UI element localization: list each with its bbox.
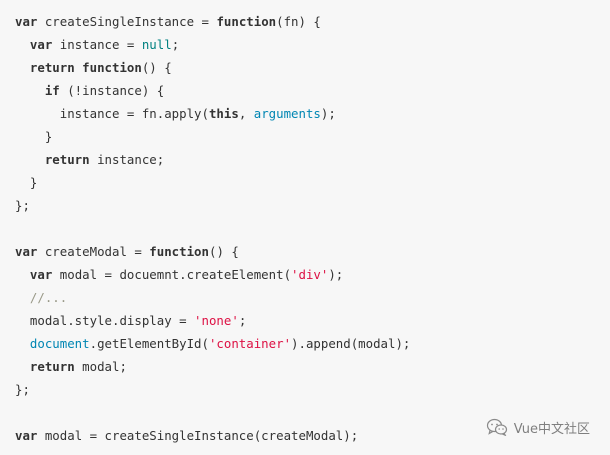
code-line-3: return function() { [29,60,172,75]
code-line-9: }; [15,198,30,213]
code-line-2: var instance = null; [29,37,180,52]
wechat-icon [486,418,508,436]
code-line-12: //... [29,290,68,305]
code-line-16: }; [15,382,30,397]
code-line-6: } [44,129,53,144]
code-line-1: var createSingleInstance = function(fn) … [15,14,321,29]
code-line-8: } [29,175,38,190]
code-line-4: if (!instance) { [44,83,165,98]
watermark-text: Vue中文社区 [513,421,590,437]
code-line-15: return modal; [29,359,127,374]
code-block: var createSingleInstance = function(fn) … [0,0,610,455]
code-line-5: instance = fn.apply(this, arguments); [59,106,336,121]
code-line-11: var modal = docuemnt.createElement('div'… [29,267,344,282]
code-line-13: modal.style.display = 'none'; [29,313,247,328]
code-line-10: var createModal = function() { [15,244,239,259]
code-line-14: document.getElementById('container').app… [29,336,411,351]
code-line-17: var modal = createSingleInstance(createM… [15,428,359,443]
watermark: Vue中文社区 [486,417,590,437]
code-line-7: return instance; [44,152,165,167]
